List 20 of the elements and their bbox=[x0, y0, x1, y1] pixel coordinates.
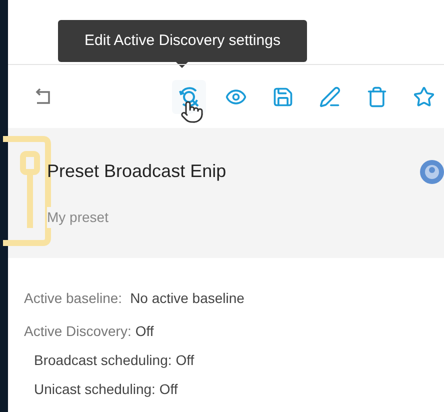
badge-icon bbox=[419, 159, 444, 185]
tooltip: Edit Active Discovery settings bbox=[58, 20, 307, 62]
preset-title: Preset Broadcast Enip bbox=[47, 160, 226, 183]
detail-value: No active baseline bbox=[130, 289, 244, 308]
scan-refresh-icon bbox=[177, 84, 201, 108]
hand-cursor-icon bbox=[180, 100, 204, 124]
detail-value: Off bbox=[135, 322, 154, 341]
detail-value: Off bbox=[159, 380, 178, 399]
preset-subtitle: My preset bbox=[47, 207, 108, 228]
detail-label: Unicast scheduling: bbox=[34, 380, 156, 399]
detail-label: Active baseline: bbox=[24, 289, 122, 308]
star-icon bbox=[413, 86, 435, 108]
trash-icon bbox=[366, 86, 388, 108]
detail-label: Broadcast scheduling: bbox=[34, 351, 172, 370]
pencil-icon bbox=[319, 86, 341, 108]
save-icon bbox=[272, 86, 294, 108]
detail-label: Active Discovery: bbox=[24, 322, 132, 341]
return-arrow-icon bbox=[33, 88, 53, 106]
tooltip-pointer-icon bbox=[176, 62, 188, 68]
detail-value: Off bbox=[176, 351, 194, 370]
